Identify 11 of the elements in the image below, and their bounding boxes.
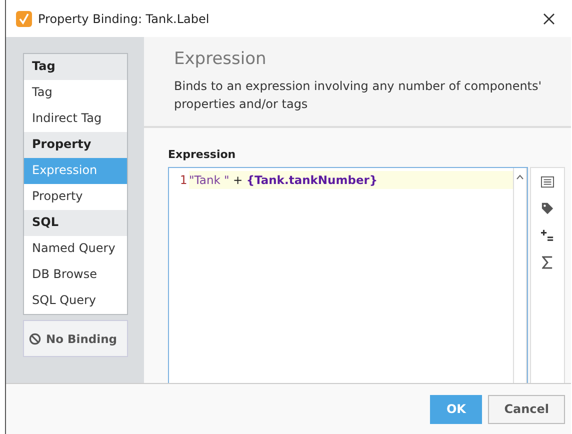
line-number: 1 xyxy=(178,172,187,189)
window-title: Property Binding: Tank.Label xyxy=(38,12,210,26)
editor-label: Expression xyxy=(168,148,237,161)
group-header: SQL xyxy=(24,210,127,236)
panel-title: Expression xyxy=(174,49,268,69)
dialog-button[interactable]: Cancel xyxy=(488,394,565,424)
group-header: Property xyxy=(24,132,127,158)
expression-editor[interactable]: 1 "Tank " + {Tank.tankNumber} xyxy=(168,167,528,383)
group-header: Tag xyxy=(24,54,127,80)
no-binding-button[interactable]: No Binding xyxy=(23,320,128,357)
panel-description: Binds to an expression involving any number of components' properties and/or tags xyxy=(174,78,543,113)
